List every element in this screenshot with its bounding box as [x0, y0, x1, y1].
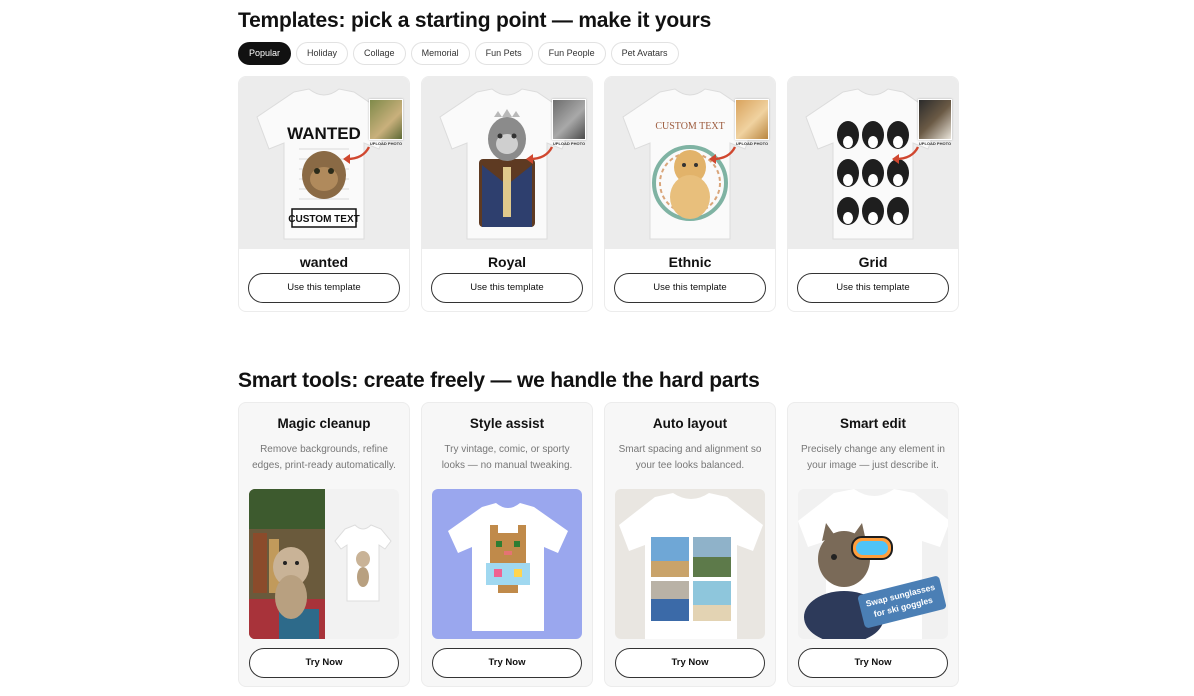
arrow-icon [709, 146, 737, 164]
smart-tools-heading: Smart tools: create freely — we handle t… [238, 369, 760, 392]
templates-heading: Templates: pick a starting point — make … [238, 9, 712, 32]
tool-title: Style assist [469, 416, 545, 431]
tool-preview-image: Swap sunglasses for ski goggles [798, 489, 948, 639]
tool-card-smart-edit[interactable]: Smart edit Precisely change any element … [787, 402, 959, 687]
upload-photo-label: UPLOAD PHOTO [552, 141, 586, 146]
cat-goggles-shirt-image: Swap sunglasses for ski goggles [798, 489, 948, 639]
use-template-button[interactable]: Use this template [614, 273, 766, 303]
upload-photo-slot: UPLOAD PHOTO [552, 99, 586, 147]
dog-cleanup-image [249, 489, 399, 639]
template-name: Ethnic [668, 254, 712, 270]
tool-title: Magic cleanup [277, 416, 371, 431]
filter-chip-memorial[interactable]: Memorial [410, 42, 470, 65]
template-name: Royal [487, 254, 527, 270]
wanted-text: WANTED [287, 124, 361, 143]
arrow-icon [343, 146, 371, 164]
filter-chip-holiday[interactable]: Holiday [296, 42, 349, 65]
tool-description: Precisely change any element in your ima… [801, 444, 945, 471]
use-template-button[interactable]: Use this template [248, 273, 400, 303]
templates-section: Templates: pick a starting point — make … [238, 9, 960, 312]
upload-photo-slot: UPLOAD PHOTO [735, 99, 769, 147]
upload-photo-label: UPLOAD PHOTO [735, 141, 769, 146]
photo-collage-shirt-image [619, 493, 763, 639]
tool-card-magic-cleanup[interactable]: Magic cleanup Remove backgrounds, refine… [238, 402, 410, 687]
dog-photo [918, 99, 952, 140]
tool-description: Try vintage, comic, or sporty looks — no… [441, 444, 573, 471]
upload-photo-label: UPLOAD PHOTO [918, 141, 952, 146]
custom-text: CUSTOM TEXT [288, 214, 359, 225]
tool-description: Smart spacing and alignment so your tee … [618, 444, 762, 471]
arrow-icon [892, 146, 920, 164]
upload-photo-slot: UPLOAD PHOTO [369, 99, 403, 147]
custom-text-arc: CUSTOM TEXT [655, 121, 724, 132]
template-preview-ethnic: CUSTOM TEXT UPLOAD PHOTO [605, 77, 775, 249]
template-preview-grid: UPLOAD PHOTO [788, 77, 958, 249]
arrow-icon [526, 146, 554, 164]
tool-preview-image [249, 489, 399, 639]
filter-chips: Popular Holiday Collage Memorial Fun Pet… [238, 42, 960, 65]
filter-chip-popular[interactable]: Popular [238, 42, 292, 65]
template-name: wanted [299, 254, 349, 270]
tool-card-auto-layout[interactable]: Auto layout Smart spacing and alignment … [604, 402, 776, 687]
tools-grid: Magic cleanup Remove backgrounds, refine… [238, 402, 960, 687]
filter-chip-pet-avatars[interactable]: Pet Avatars [610, 42, 679, 65]
template-preview-wanted: WANTED CUSTOM TEXT UPLOAD PHOTO [239, 77, 409, 249]
tool-card-style-assist[interactable]: Style assist Try vintage, comic, or spor… [421, 402, 593, 687]
filter-chip-fun-pets[interactable]: Fun Pets [474, 42, 533, 65]
filter-chip-collage[interactable]: Collage [353, 42, 406, 65]
dog-photo [735, 99, 769, 140]
upload-photo-slot: UPLOAD PHOTO [918, 99, 952, 147]
template-card-ethnic[interactable]: CUSTOM TEXT UPLOAD PHOTO Ethnic Use this… [604, 76, 776, 312]
smart-tools-section: Smart tools: create freely — we handle t… [238, 369, 960, 687]
filter-chip-fun-people[interactable]: Fun People [537, 42, 606, 65]
use-template-button[interactable]: Use this template [797, 273, 949, 303]
use-template-button[interactable]: Use this template [431, 273, 583, 303]
template-card-wanted[interactable]: WANTED CUSTOM TEXT UPLOAD PHOTO wanted U… [238, 76, 410, 312]
try-now-button[interactable]: Try Now [432, 648, 582, 678]
pixel-cat-shirt-image [448, 503, 568, 631]
upload-photo-label: UPLOAD PHOTO [369, 141, 403, 146]
cat-photo [369, 99, 403, 140]
try-now-button[interactable]: Try Now [615, 648, 765, 678]
tool-title: Smart edit [839, 416, 907, 431]
cat-photo [552, 99, 586, 140]
try-now-button[interactable]: Try Now [249, 648, 399, 678]
template-card-royal[interactable]: UPLOAD PHOTO Royal Use this template [421, 76, 593, 312]
tool-title: Auto layout [652, 416, 728, 431]
try-now-button[interactable]: Try Now [798, 648, 948, 678]
tool-preview-image [615, 489, 765, 639]
template-name: Grid [858, 254, 888, 270]
template-card-grid[interactable]: UPLOAD PHOTO Grid Use this template [787, 76, 959, 312]
tool-preview-image [432, 489, 582, 639]
tool-description: Remove backgrounds, refine edges, print-… [252, 444, 396, 471]
template-grid: WANTED CUSTOM TEXT UPLOAD PHOTO wanted U… [238, 76, 960, 312]
template-preview-royal: UPLOAD PHOTO [422, 77, 592, 249]
